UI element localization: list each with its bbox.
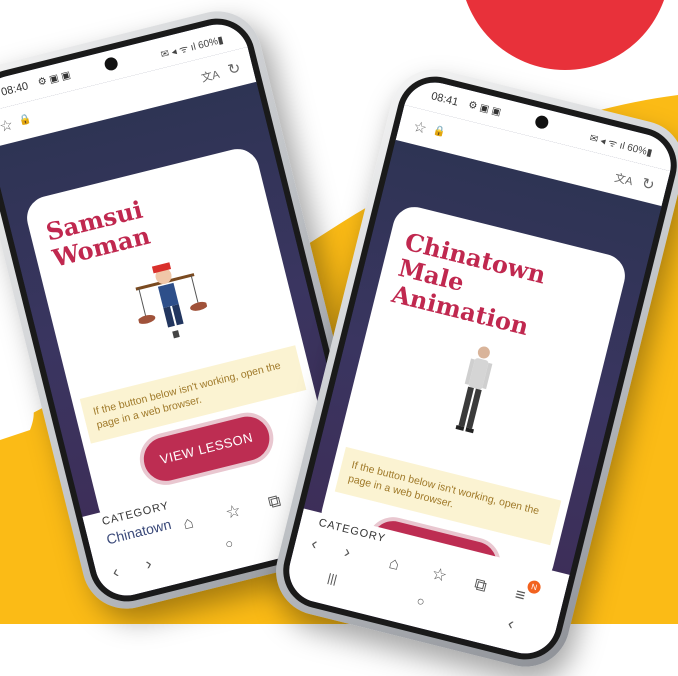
back-icon[interactable]: ‹ [110, 562, 120, 583]
bookmark-star-icon[interactable]: ☆ [411, 117, 428, 138]
home-icon[interactable]: ⌂ [387, 553, 402, 575]
tabs-icon[interactable]: ⧉ [472, 574, 488, 596]
translate-icon[interactable]: 文A [613, 169, 635, 189]
bookmarks-icon[interactable]: ☆ [429, 564, 449, 587]
status-icons: ⚙ ▣ ▣ [466, 99, 503, 119]
front-camera [533, 114, 550, 131]
translate-icon[interactable]: 文A [199, 66, 221, 86]
menu-icon[interactable]: ≡ [513, 585, 527, 607]
forward-icon[interactable]: › [342, 542, 352, 563]
chinatown-male-figure [455, 346, 493, 434]
samsui-woman-illustration [135, 262, 208, 339]
refresh-icon[interactable]: ↻ [640, 174, 657, 195]
lock-icon: 🔒 [431, 124, 447, 139]
status-time: 08:40 [0, 80, 30, 99]
lesson-title: Samsui Woman [43, 194, 154, 273]
status-icons: ⚙ ▣ ▣ [36, 69, 72, 89]
bookmark-star-icon[interactable]: ☆ [0, 115, 15, 136]
system-back-icon[interactable]: ‹ [506, 614, 516, 635]
tabs-icon[interactable]: ⧉ [266, 491, 283, 513]
lock-icon: 🔒 [17, 113, 33, 128]
notification-badge: N [526, 579, 542, 595]
lesson-title: Chinatown Male Animation [389, 226, 549, 342]
forward-icon[interactable]: › [143, 554, 153, 575]
home-icon[interactable]: ⌂ [181, 512, 196, 534]
front-camera [103, 56, 120, 72]
refresh-icon[interactable]: ↻ [226, 59, 242, 80]
status-time: 08:41 [429, 90, 460, 109]
back-icon[interactable]: ‹ [309, 534, 319, 555]
system-home-icon[interactable]: ○ [224, 535, 235, 551]
system-home-icon[interactable]: ○ [415, 593, 426, 609]
bookmarks-icon[interactable]: ☆ [224, 501, 244, 524]
recent-apps-icon[interactable]: ||| [326, 571, 338, 587]
red-circle [466, 0, 664, 70]
